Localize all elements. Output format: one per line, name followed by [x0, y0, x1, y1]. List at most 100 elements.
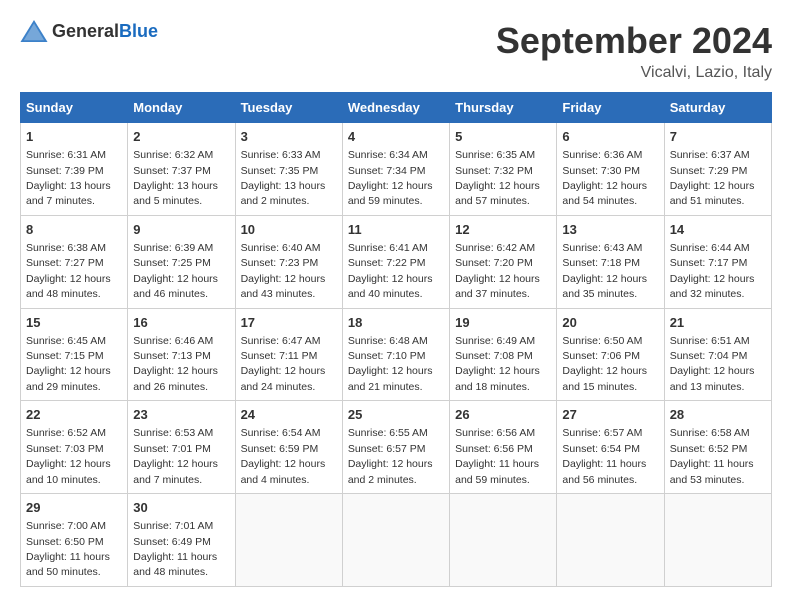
day-number: 11	[348, 221, 444, 239]
day-number: 1	[26, 128, 122, 146]
day-number: 6	[562, 128, 658, 146]
day-number: 26	[455, 406, 551, 424]
calendar-table: SundayMondayTuesdayWednesdayThursdayFrid…	[20, 92, 772, 587]
calendar-cell: 22 Sunrise: 6:52 AMSunset: 7:03 PMDayligh…	[21, 401, 128, 494]
day-number: 18	[348, 314, 444, 332]
day-number: 28	[670, 406, 766, 424]
day-number: 24	[241, 406, 337, 424]
day-number: 5	[455, 128, 551, 146]
day-info: Sunrise: 6:56 AMSunset: 6:56 PMDaylight:…	[455, 427, 539, 485]
week-row-4: 22 Sunrise: 6:52 AMSunset: 7:03 PMDayligh…	[21, 401, 772, 494]
calendar-cell	[557, 494, 664, 587]
week-row-1: 1 Sunrise: 6:31 AMSunset: 7:39 PMDaylight…	[21, 123, 772, 216]
calendar-cell: 25Sunrise: 6:55 AMSunset: 6:57 PMDayligh…	[342, 401, 449, 494]
week-row-5: 29 Sunrise: 7:00 AMSunset: 6:50 PMDayligh…	[21, 494, 772, 587]
day-info: Sunrise: 6:42 AMSunset: 7:20 PMDaylight:…	[455, 242, 540, 300]
page-header: GeneralBlue September 2024 Vicalvi, Lazi…	[20, 20, 772, 82]
calendar-cell: 8 Sunrise: 6:38 AMSunset: 7:27 PMDaylight…	[21, 215, 128, 308]
calendar-cell: 30Sunrise: 7:01 AMSunset: 6:49 PMDayligh…	[128, 494, 235, 587]
day-number: 9	[133, 221, 229, 239]
calendar-cell: 11 Sunrise: 6:41 AMSunset: 7:22 PMDayligh…	[342, 215, 449, 308]
day-info: Sunrise: 6:45 AMSunset: 7:15 PMDaylight:…	[26, 335, 111, 393]
calendar-cell: 12Sunrise: 6:42 AMSunset: 7:20 PMDayligh…	[450, 215, 557, 308]
day-number: 21	[670, 314, 766, 332]
day-info: Sunrise: 6:41 AMSunset: 7:22 PMDaylight:…	[348, 242, 433, 300]
calendar-cell: 17Sunrise: 6:47 AMSunset: 7:11 PMDayligh…	[235, 308, 342, 401]
day-info: Sunrise: 6:49 AMSunset: 7:08 PMDaylight:…	[455, 335, 540, 393]
day-info: Sunrise: 6:54 AMSunset: 6:59 PMDaylight:…	[241, 427, 326, 485]
day-info: Sunrise: 6:52 AMSunset: 7:03 PMDaylight:…	[26, 427, 111, 485]
day-number: 2	[133, 128, 229, 146]
day-info: Sunrise: 7:01 AMSunset: 6:49 PMDaylight:…	[133, 520, 217, 578]
day-info: Sunrise: 7:00 AMSunset: 6:50 PMDaylight:…	[26, 520, 110, 578]
calendar-cell: 24 Sunrise: 6:54 AMSunset: 6:59 PMDayligh…	[235, 401, 342, 494]
day-info: Sunrise: 6:43 AMSunset: 7:18 PMDaylight:…	[562, 242, 647, 300]
calendar-cell: 1 Sunrise: 6:31 AMSunset: 7:39 PMDaylight…	[21, 123, 128, 216]
calendar-cell: 28 Sunrise: 6:58 AMSunset: 6:52 PMDayligh…	[664, 401, 771, 494]
day-info: Sunrise: 6:33 AMSunset: 7:35 PMDaylight:…	[241, 149, 326, 207]
calendar-cell	[235, 494, 342, 587]
day-info: Sunrise: 6:57 AMSunset: 6:54 PMDaylight:…	[562, 427, 646, 485]
day-number: 8	[26, 221, 122, 239]
month-title: September 2024	[496, 20, 772, 62]
calendar-cell: 23 Sunrise: 6:53 AMSunset: 7:01 PMDayligh…	[128, 401, 235, 494]
day-number: 22	[26, 406, 122, 424]
calendar-cell	[664, 494, 771, 587]
day-number: 13	[562, 221, 658, 239]
day-info: Sunrise: 6:35 AMSunset: 7:32 PMDaylight:…	[455, 149, 540, 207]
day-number: 7	[670, 128, 766, 146]
week-row-2: 8 Sunrise: 6:38 AMSunset: 7:27 PMDaylight…	[21, 215, 772, 308]
calendar-cell: 21 Sunrise: 6:51 AMSunset: 7:04 PMDayligh…	[664, 308, 771, 401]
calendar-cell: 10Sunrise: 6:40 AMSunset: 7:23 PMDayligh…	[235, 215, 342, 308]
title-block: September 2024 Vicalvi, Lazio, Italy	[496, 20, 772, 82]
calendar-cell: 29 Sunrise: 7:00 AMSunset: 6:50 PMDayligh…	[21, 494, 128, 587]
day-info: Sunrise: 6:37 AMSunset: 7:29 PMDaylight:…	[670, 149, 755, 207]
logo: GeneralBlue	[20, 20, 158, 42]
calendar-cell: 19Sunrise: 6:49 AMSunset: 7:08 PMDayligh…	[450, 308, 557, 401]
column-header-wednesday: Wednesday	[342, 93, 449, 123]
day-info: Sunrise: 6:46 AMSunset: 7:13 PMDaylight:…	[133, 335, 218, 393]
day-number: 4	[348, 128, 444, 146]
day-info: Sunrise: 6:31 AMSunset: 7:39 PMDaylight:…	[26, 149, 111, 207]
column-header-saturday: Saturday	[664, 93, 771, 123]
calendar-cell: 14Sunrise: 6:44 AMSunset: 7:17 PMDayligh…	[664, 215, 771, 308]
calendar-body: 1 Sunrise: 6:31 AMSunset: 7:39 PMDaylight…	[21, 123, 772, 587]
day-info: Sunrise: 6:44 AMSunset: 7:17 PMDaylight:…	[670, 242, 755, 300]
day-info: Sunrise: 6:40 AMSunset: 7:23 PMDaylight:…	[241, 242, 326, 300]
column-header-tuesday: Tuesday	[235, 93, 342, 123]
day-info: Sunrise: 6:34 AMSunset: 7:34 PMDaylight:…	[348, 149, 433, 207]
calendar-cell: 5 Sunrise: 6:35 AMSunset: 7:32 PMDaylight…	[450, 123, 557, 216]
calendar-cell: 15 Sunrise: 6:45 AMSunset: 7:15 PMDayligh…	[21, 308, 128, 401]
calendar-cell: 18 Sunrise: 6:48 AMSunset: 7:10 PMDayligh…	[342, 308, 449, 401]
calendar-cell: 4 Sunrise: 6:34 AMSunset: 7:34 PMDaylight…	[342, 123, 449, 216]
day-info: Sunrise: 6:47 AMSunset: 7:11 PMDaylight:…	[241, 335, 326, 393]
day-info: Sunrise: 6:58 AMSunset: 6:52 PMDaylight:…	[670, 427, 754, 485]
calendar-cell: 3Sunrise: 6:33 AMSunset: 7:35 PMDaylight…	[235, 123, 342, 216]
location: Vicalvi, Lazio, Italy	[496, 64, 772, 82]
day-info: Sunrise: 6:51 AMSunset: 7:04 PMDaylight:…	[670, 335, 755, 393]
calendar-cell: 26 Sunrise: 6:56 AMSunset: 6:56 PMDayligh…	[450, 401, 557, 494]
day-info: Sunrise: 6:53 AMSunset: 7:01 PMDaylight:…	[133, 427, 218, 485]
day-info: Sunrise: 6:55 AMSunset: 6:57 PMDaylight:…	[348, 427, 433, 485]
logo-text: GeneralBlue	[52, 21, 158, 42]
day-number: 23	[133, 406, 229, 424]
week-row-3: 15 Sunrise: 6:45 AMSunset: 7:15 PMDayligh…	[21, 308, 772, 401]
day-info: Sunrise: 6:36 AMSunset: 7:30 PMDaylight:…	[562, 149, 647, 207]
calendar-cell: 13 Sunrise: 6:43 AMSunset: 7:18 PMDayligh…	[557, 215, 664, 308]
day-number: 27	[562, 406, 658, 424]
calendar-header-row: SundayMondayTuesdayWednesdayThursdayFrid…	[21, 93, 772, 123]
day-info: Sunrise: 6:38 AMSunset: 7:27 PMDaylight:…	[26, 242, 111, 300]
logo-icon	[20, 20, 48, 42]
calendar-cell: 20Sunrise: 6:50 AMSunset: 7:06 PMDayligh…	[557, 308, 664, 401]
calendar-cell: 2Sunrise: 6:32 AMSunset: 7:37 PMDaylight…	[128, 123, 235, 216]
day-info: Sunrise: 6:48 AMSunset: 7:10 PMDaylight:…	[348, 335, 433, 393]
calendar-cell	[342, 494, 449, 587]
column-header-thursday: Thursday	[450, 93, 557, 123]
day-number: 20	[562, 314, 658, 332]
day-info: Sunrise: 6:39 AMSunset: 7:25 PMDaylight:…	[133, 242, 218, 300]
calendar-cell: 7 Sunrise: 6:37 AMSunset: 7:29 PMDaylight…	[664, 123, 771, 216]
column-header-monday: Monday	[128, 93, 235, 123]
day-number: 29	[26, 499, 122, 517]
day-number: 15	[26, 314, 122, 332]
calendar-cell	[450, 494, 557, 587]
